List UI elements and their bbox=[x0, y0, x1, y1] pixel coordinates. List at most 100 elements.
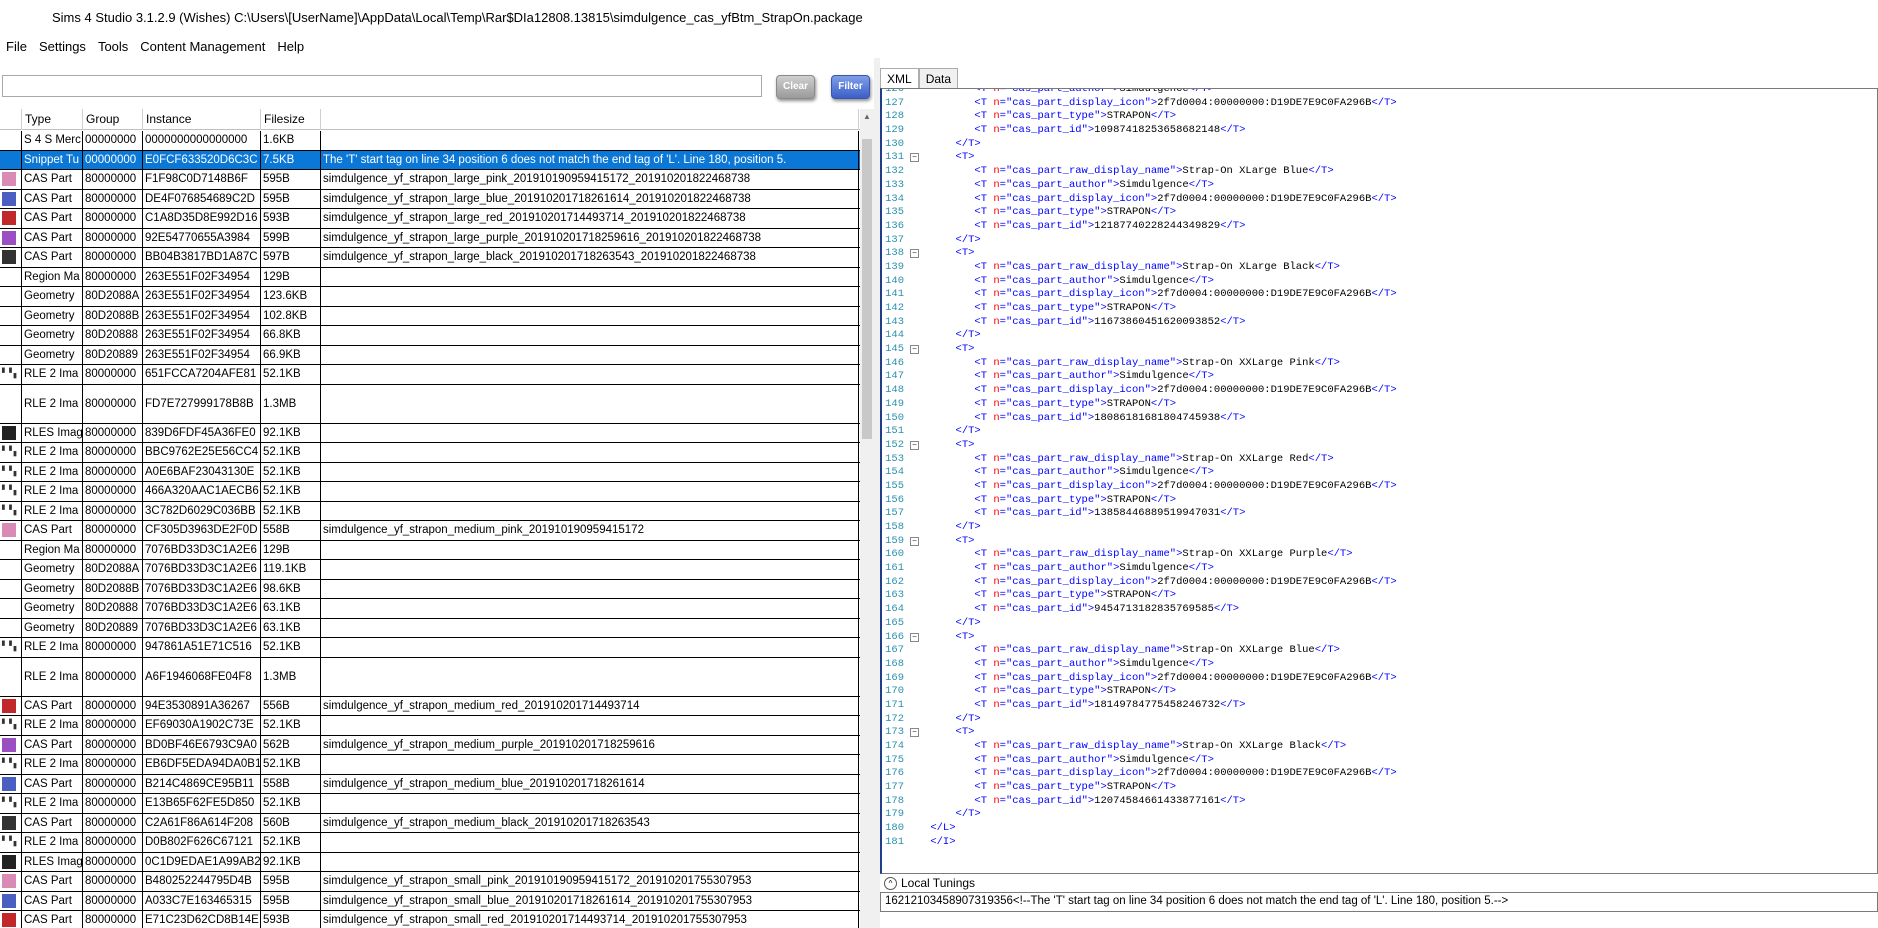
table-row[interactable]: ▘▝▗ RLE 2 Ima 80000000 E13B65F62FE5D850 52.1… bbox=[0, 794, 860, 814]
grid-header: Type Group Instance Filesize bbox=[0, 109, 860, 130]
menu-file[interactable]: File bbox=[0, 36, 33, 58]
tab-xml[interactable]: XML bbox=[880, 68, 919, 88]
cell-type: CAS Part bbox=[22, 209, 83, 228]
cell-group: 80000000 bbox=[83, 501, 143, 520]
cell-filesize: 558B bbox=[261, 774, 321, 793]
table-row[interactable]: CAS Part 80000000 BB04B3817BD1A87C 597B simd… bbox=[0, 248, 860, 268]
cell-filesize: 66.9KB bbox=[261, 345, 321, 364]
tab-data[interactable]: Data bbox=[918, 68, 959, 88]
menu-settings[interactable]: Settings bbox=[33, 36, 92, 58]
table-row[interactable]: CAS Part 80000000 94E3530891A36267 556B simd… bbox=[0, 696, 860, 716]
table-row[interactable]: CAS Part 80000000 DE4F076854689C2D 595B simd… bbox=[0, 189, 860, 209]
table-row[interactable]: ▘▝▗ RLE 2 Ima 80000000 651FCCA7204AFE81 52.1… bbox=[0, 365, 860, 385]
table-row[interactable]: Geometry 80D20888 7076BD33D3C1A2E6 63.1KB bbox=[0, 599, 860, 619]
table-row[interactable]: RLE 2 Ima 80000000 FD7E727999178B8B 1.3MB bbox=[0, 384, 860, 424]
table-row[interactable]: Region Ma 80000000 7076BD33D3C1A2E6 129B bbox=[0, 540, 860, 560]
row-icon-cell: ▘▝▗ bbox=[0, 482, 22, 501]
cell-name bbox=[321, 540, 859, 559]
cell-name bbox=[321, 287, 859, 306]
fold-toggle-icon[interactable]: − bbox=[910, 345, 919, 355]
table-row[interactable]: RLES Imag 80000000 839D6FDF45A36FE0 92.1KB bbox=[0, 423, 860, 443]
column-header-group[interactable]: Group bbox=[83, 109, 143, 130]
row-icon-cell bbox=[0, 891, 22, 910]
table-row[interactable]: ▘▝▗ RLE 2 Ima 80000000 D0B802F626C67121 52.1… bbox=[0, 833, 860, 853]
cell-group: 80000000 bbox=[83, 248, 143, 267]
search-input[interactable] bbox=[2, 75, 762, 97]
grid-scrollbar[interactable]: ▲ bbox=[860, 109, 874, 928]
table-row[interactable]: CAS Part 80000000 C1A8D35D8E992D16 593B simd… bbox=[0, 209, 860, 229]
code-text: <T n="cas_part_author">Simdulgence</T> bbox=[974, 88, 1214, 95]
collapse-icon[interactable]: ^ bbox=[884, 876, 897, 890]
xml-editor[interactable]: 126 <T n="cas_part_author">Simdulgence</… bbox=[880, 88, 1878, 874]
menu-tools[interactable]: Tools bbox=[92, 36, 134, 58]
table-row[interactable]: Geometry 80D2088B 7076BD33D3C1A2E6 98.6KB bbox=[0, 579, 860, 599]
scroll-up-icon[interactable]: ▲ bbox=[863, 112, 871, 121]
table-row[interactable]: ▘▝▗ RLE 2 Ima 80000000 947861A51E71C516 52.1… bbox=[0, 638, 860, 658]
table-row[interactable]: Geometry 80D20889 263E551F02F34954 66.9KB bbox=[0, 345, 860, 365]
table-row[interactable]: ▘▝▗ RLE 2 Ima 80000000 A0E6BAF23043130E 52.1… bbox=[0, 462, 860, 482]
code-text: <T n="cas_part_id">9454713182835769585</… bbox=[974, 603, 1240, 616]
table-row[interactable]: CAS Part 80000000 F1F98C0D7148B6F 595B simdu… bbox=[0, 170, 860, 190]
table-row[interactable]: Geometry 80D2088A 263E551F02F34954 123.6KB bbox=[0, 287, 860, 307]
scrollbar-thumb[interactable] bbox=[862, 139, 872, 439]
fold-toggle-icon[interactable]: − bbox=[910, 632, 919, 642]
table-row[interactable]: CAS Part 80000000 BD0BF46E6793C9A0 562B simd… bbox=[0, 735, 860, 755]
filter-button[interactable]: Filter bbox=[831, 75, 870, 99]
fold-toggle-icon[interactable]: − bbox=[910, 249, 919, 259]
table-row[interactable]: Region Ma 80000000 263E551F02F34954 129B bbox=[0, 267, 860, 287]
cell-group: 80000000 bbox=[83, 696, 143, 715]
clear-button[interactable]: Clear bbox=[776, 75, 815, 99]
column-header-filesize[interactable]: Filesize bbox=[261, 109, 321, 130]
cell-filesize: 52.1KB bbox=[261, 501, 321, 520]
table-row[interactable]: RLE 2 Ima 80000000 A6F1946068FE04F8 1.3MB bbox=[0, 657, 860, 697]
menu-help[interactable]: Help bbox=[271, 36, 310, 58]
fold-toggle-icon[interactable]: − bbox=[910, 728, 919, 738]
table-row[interactable]: CAS Part 80000000 A033C7E163465315 595B simd… bbox=[0, 891, 860, 911]
table-row[interactable]: Geometry 80D2088A 7076BD33D3C1A2E6 119.1KB bbox=[0, 560, 860, 580]
column-header-name[interactable] bbox=[321, 109, 859, 130]
table-row[interactable]: CAS Part 80000000 B480252244795D4B 595B simd… bbox=[0, 872, 860, 892]
table-row[interactable]: ▘▝▗ RLE 2 Ima 80000000 3C782D6029C036BB 52.1… bbox=[0, 501, 860, 521]
code-text: </T> bbox=[955, 137, 981, 150]
table-row[interactable]: Geometry 80D20888 263E551F02F34954 66.8KB bbox=[0, 326, 860, 346]
table-row[interactable]: RLES Imag 80000000 0C1D9EDAE1A99AB2 92.1KB bbox=[0, 852, 860, 872]
table-row[interactable]: S 4 S Merc 00000000 0000000000000000 1.6KB bbox=[0, 131, 860, 151]
code-text: <T n="cas_part_type">STRAPON</T> bbox=[974, 302, 1177, 314]
fold-toggle-icon[interactable]: − bbox=[910, 153, 919, 163]
row-icon-cell: ▘▝▗ bbox=[0, 794, 22, 813]
table-row[interactable]: ▘▝▗ RLE 2 Ima 80000000 EF69030A1902C73E 52.1… bbox=[0, 716, 860, 736]
cell-type: Geometry bbox=[22, 579, 83, 598]
cell-type: RLE 2 Ima bbox=[22, 462, 83, 481]
column-header-type[interactable]: Type bbox=[22, 109, 83, 130]
cell-name bbox=[321, 423, 859, 442]
table-row[interactable]: Geometry 80D2088B 263E551F02F34954 102.8KB bbox=[0, 306, 860, 326]
menu-content-management[interactable]: Content Management bbox=[134, 36, 271, 58]
cell-type: CAS Part bbox=[22, 189, 83, 208]
cell-instance: 263E551F02F34954 bbox=[143, 267, 261, 286]
table-row[interactable]: CAS Part 80000000 CF305D3963DE2F0D 558B simd… bbox=[0, 521, 860, 541]
column-header-instance[interactable]: Instance bbox=[143, 109, 261, 130]
line-number: 136 bbox=[885, 219, 904, 232]
code-text: <T n="cas_part_type">STRAPON</T> bbox=[974, 781, 1177, 794]
line-number: 150 bbox=[885, 411, 904, 424]
local-tunings-field[interactable]: 16212103458907319356<!--The 'T' start ta… bbox=[880, 892, 1878, 912]
code-line: 178 <T n="cas_part_id">12074584661433877… bbox=[882, 795, 1877, 809]
table-row[interactable]: CAS Part 80000000 E71C23D62CD8B14E 593B simd… bbox=[0, 911, 860, 928]
cell-filesize: 599B bbox=[261, 228, 321, 247]
table-row[interactable]: ▘▝▗ RLE 2 Ima 80000000 EB6DF5EDA94DA0B1 52.1… bbox=[0, 755, 860, 775]
table-row[interactable]: Geometry 80D20889 7076BD33D3C1A2E6 63.1KB bbox=[0, 618, 860, 638]
line-number: 127 bbox=[885, 96, 904, 109]
table-row[interactable]: CAS Part 80000000 C2A61F86A614F208 560B simd… bbox=[0, 813, 860, 833]
table-row[interactable]: CAS Part 80000000 B214C4869CE95B11 558B simd… bbox=[0, 774, 860, 794]
table-row[interactable]: ▘▝▗ RLE 2 Ima 80000000 BBC9762E25E56CC4 52.1… bbox=[0, 443, 860, 463]
table-row[interactable]: Snippet Tu 00000000 E0FCF633520D6C3C 7.5KB T… bbox=[0, 150, 860, 170]
code-text: <T n="cas_part_type">STRAPON</T> bbox=[974, 206, 1177, 219]
cell-group: 80000000 bbox=[83, 755, 143, 774]
row-icon-cell bbox=[0, 345, 22, 364]
fold-toggle-icon[interactable]: − bbox=[910, 536, 919, 546]
fold-toggle-icon[interactable]: − bbox=[910, 440, 919, 450]
row-icon-cell bbox=[0, 150, 22, 169]
table-row[interactable]: CAS Part 80000000 92E54770655A3984 599B simd… bbox=[0, 228, 860, 248]
table-row[interactable]: ▘▝▗ RLE 2 Ima 80000000 466A320AAC1AECB6 52.1… bbox=[0, 482, 860, 502]
local-tunings-header[interactable]: ^ Local Tunings bbox=[880, 874, 1878, 892]
